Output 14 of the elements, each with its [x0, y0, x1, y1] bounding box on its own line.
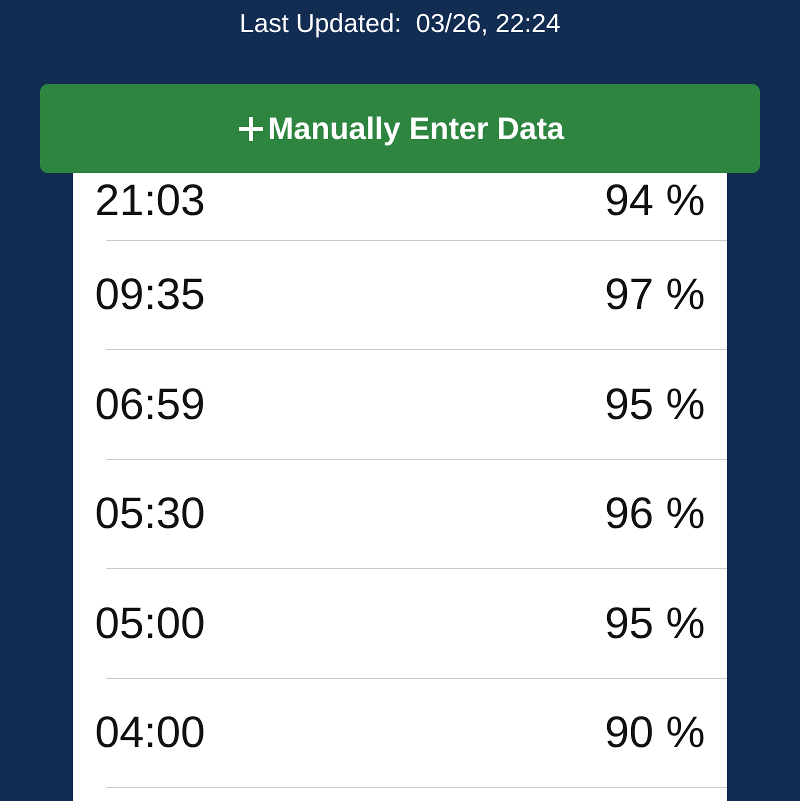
reading-value: 90 %: [604, 711, 705, 756]
reading-time: 21:03: [95, 178, 206, 223]
reading-value: 97 %: [604, 273, 705, 318]
reading-value: 95 %: [604, 602, 705, 646]
reading-time: 04:00: [95, 711, 206, 756]
reading-time: 09:35: [95, 273, 206, 318]
reading-value: 96 %: [604, 492, 705, 536]
reading-time: 05:30: [95, 492, 206, 536]
reading-time: 05:00: [95, 602, 206, 646]
reading-time: 06:59: [95, 382, 206, 427]
last-updated-text: Last Updated: 03/26, 22:24: [240, 7, 560, 39]
manually-enter-data-button[interactable]: Manually Enter Data: [40, 84, 760, 173]
reading-value: 95 %: [604, 382, 705, 427]
reading-value: 94 %: [604, 178, 705, 223]
